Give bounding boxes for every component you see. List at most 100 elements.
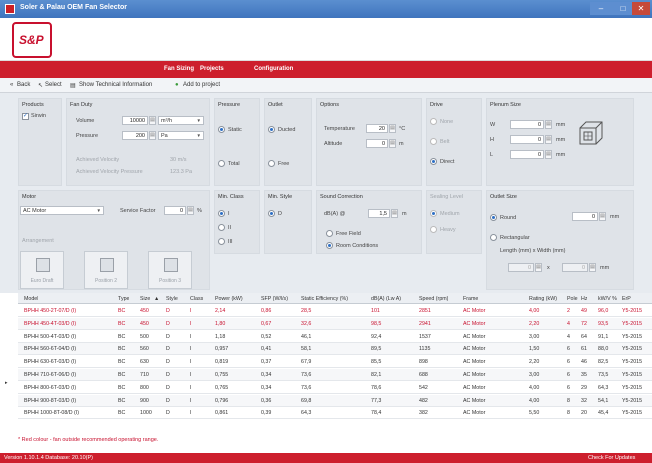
table-row[interactable]: BPHH 710-6T-06/D (I) BC 710 D I 0,755 0,34 73,6… [18,369,652,381]
col-frame[interactable]: Frame [463,296,478,302]
plenum-l-spinner[interactable]: ▤ [545,150,552,159]
rect-length-spinner[interactable]: ▤ [535,263,542,272]
plenum-l-input[interactable]: 0 [510,150,544,159]
temperature-input[interactable]: 20 [366,124,388,133]
free-field-radio[interactable] [326,230,333,237]
cell-frame: AC Motor [463,320,486,327]
round-radio[interactable] [490,214,497,221]
table-row[interactable]: BPHH 1000-8T-08/D (I) BC 1000 D I 0,861 0,39 64… [18,407,652,420]
table-row[interactable]: BPHH 450-2T-07/D (I) BC 450 D I 2,14 0,86 28,5 1… [18,305,652,317]
col-hz[interactable]: Hz [581,296,587,302]
class-i-radio[interactable] [218,210,225,217]
position-2-button[interactable]: Position 2 [84,251,128,289]
round-diameter-spinner[interactable]: ▤ [599,212,606,221]
col-sfp[interactable]: SFP (W/l/s) [261,296,288,302]
motor-select[interactable]: AC Motor ▼ [20,206,104,215]
col-kwv[interactable]: kW/V % [598,296,617,302]
col-rating[interactable]: Rating (kW) [529,296,557,302]
col-size[interactable]: Size [140,296,150,302]
col-erp[interactable]: ErP [622,296,631,302]
logo-bar [0,18,652,61]
sealing-medium-radio[interactable] [430,210,437,217]
table-row[interactable]: BPHH 800-6T-03/D (I) BC 800 D I 0,765 0,34 73,6… [18,382,652,394]
sirwin-checkbox[interactable]: ✓ [22,113,29,120]
drive-direct-radio[interactable] [430,158,437,165]
rectangular-radio[interactable] [490,234,497,241]
col-dba[interactable]: dB(A) (Lw A) [371,296,401,302]
close-button[interactable]: ✕ [632,2,650,15]
add-to-project-button[interactable]: Add to project [183,82,220,88]
rect-width-spinner[interactable]: ▤ [589,263,596,272]
nav-configuration[interactable]: Configuration [254,66,293,72]
db-distance-spinner[interactable]: ▤ [391,209,398,218]
rect-length-input[interactable]: 0 [508,263,534,272]
total-radio[interactable] [218,160,225,167]
pressure-unit-select[interactable]: Pa ▼ [158,131,204,140]
table-row[interactable]: BPHH 560-6T-04/D (I) BC 560 D I 0,957 0,41 58,1… [18,343,652,356]
style-d-radio[interactable] [268,210,275,217]
class-ii-radio[interactable] [218,224,225,231]
fan-arrangement-icon [36,258,50,272]
cell-speed: 382 [419,410,428,417]
col-speed[interactable]: Speed (rpm) [419,296,448,302]
db-distance-input[interactable]: 1,5 [368,209,390,218]
position-3-button[interactable]: Position 3 [148,251,192,289]
select-button[interactable]: Select [45,82,62,88]
motor-title: Motor [22,194,37,200]
volume-spinner[interactable]: ▤ [149,116,156,125]
sealing-heavy-radio[interactable] [430,226,437,233]
col-style[interactable]: Style [166,296,178,302]
plenum-w-input[interactable]: 0 [510,120,544,129]
volume-unit-select[interactable]: m³/h ▼ [158,116,204,125]
col-model[interactable]: Model [24,296,38,302]
cell-class: I [190,372,192,378]
check-updates-link[interactable]: Check For Updates [588,455,635,461]
drive-belt-radio[interactable] [430,138,437,145]
sealing-title: Sealing Level [430,194,464,200]
pressure-input[interactable]: 200 [122,131,148,140]
cell-style: D [166,308,170,314]
plenum-h-input[interactable]: 0 [510,135,544,144]
service-factor-spinner[interactable]: ▤ [187,206,194,215]
service-factor-input[interactable]: 0 [164,206,186,215]
room-conditions-radio[interactable] [326,242,333,249]
round-diameter-input[interactable]: 0 [572,212,598,221]
nav-projects[interactable]: Projects [200,66,224,72]
options-title: Options [320,102,339,108]
volume-input[interactable]: 10000 [122,116,148,125]
back-button[interactable]: Back [17,82,30,88]
maximize-button[interactable]: □ [612,2,634,15]
euro-draft-button[interactable]: Euro Draft [20,251,64,289]
cell-pole: 8 [567,410,570,417]
col-class[interactable]: Class [190,296,203,302]
free-radio[interactable] [268,160,275,167]
pressure-spinner[interactable]: ▤ [149,131,156,140]
temperature-spinner[interactable]: ▤ [389,124,396,133]
col-pole[interactable]: Pole [567,296,578,302]
table-row[interactable]: BPHH 500-4T-03/D (I) BC 500 D I 1,18 0,52 46,1 9… [18,331,652,343]
col-type[interactable]: Type [118,296,129,302]
cell-pole: 4 [567,320,570,327]
cell-erp: Y5-2015 [622,359,643,366]
table-row[interactable]: BPHH 630-6T-03/D (I) BC 630 D I 0,819 0,37 67,9… [18,356,652,369]
rect-unit: mm [600,265,610,271]
outlet-title: Outlet [268,102,283,108]
class-iii-radio[interactable] [218,238,225,245]
static-radio[interactable] [218,126,225,133]
table-row[interactable]: BPHH 450-4T-03/D (I) BC 450 D I 1,80 0,67 32,6 9… [18,317,652,330]
drive-none-radio[interactable] [430,118,437,125]
plenum-w-spinner[interactable]: ▤ [545,120,552,129]
table-row[interactable]: BPHH 900-8T-03/D (I) BC 900 D I 0,796 0,36 69,8… [18,394,652,407]
cell-power: 0,796 [215,397,229,404]
col-power[interactable]: Power (kW) [215,296,243,302]
col-static-efficiency[interactable]: Static Efficiency (%) [301,296,348,302]
rect-width-input[interactable]: 0 [562,263,588,272]
altitude-spinner[interactable]: ▤ [389,139,396,148]
plenum-h-spinner[interactable]: ▤ [545,135,552,144]
nav-fan-sizing[interactable]: Fan Sizing [164,66,194,72]
altitude-input[interactable]: 0 [366,139,388,148]
minimize-button[interactable]: – [590,2,612,15]
show-tech-button[interactable]: Show Technical Information [79,82,152,88]
cell-kwv: 88,0 [598,346,609,353]
ducted-radio[interactable] [268,126,275,133]
